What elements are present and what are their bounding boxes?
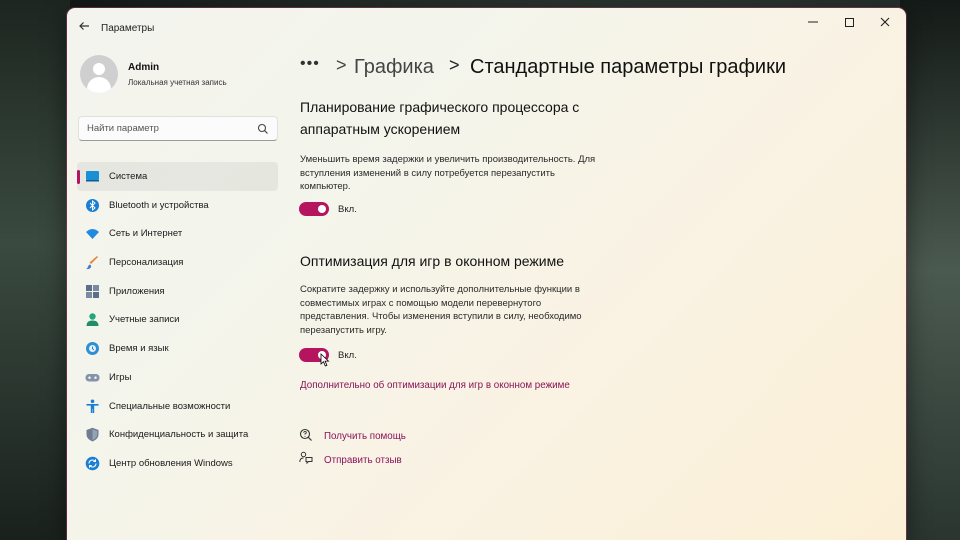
wifi-icon (86, 229, 99, 240)
hags-toggle-state: Вкл. (338, 204, 357, 215)
sidebar-item-label: Время и язык (109, 343, 169, 355)
hags-title-line2: аппаратным ускорением (300, 121, 461, 137)
send-feedback-link[interactable]: Отправить отзыв (324, 455, 402, 466)
avatar-body (87, 77, 111, 93)
desktop-background-right (900, 0, 960, 540)
sidebar-item-network[interactable]: Сеть и Интернет (77, 219, 278, 248)
sidebar-item-privacy[interactable]: Конфиденциальность и защита (77, 420, 278, 449)
sidebar-item-label: Специальные возможности (109, 400, 231, 412)
avatar-head (93, 63, 105, 75)
hags-title-line1: Планирование графического процессора с (300, 99, 580, 115)
back-button[interactable] (75, 18, 93, 36)
sidebar-item-label: Центр обновления Windows (109, 457, 233, 469)
sidebar-item-bluetooth[interactable]: Bluetooth и устройства (77, 191, 278, 220)
sidebar-item-personalization[interactable]: Персонализация (77, 248, 278, 277)
breadcrumb-more-button[interactable]: ••• (300, 55, 320, 73)
toggle-knob (318, 205, 326, 213)
search-placeholder: Найти параметр (87, 123, 159, 134)
sidebar-nav: Система Bluetooth и устройства Сеть и Ин… (77, 162, 278, 478)
sidebar-item-accessibility[interactable]: Специальные возможности (77, 392, 278, 421)
maximize-icon (844, 18, 854, 27)
sidebar-item-time-language[interactable]: Время и язык (77, 334, 278, 363)
apps-icon (86, 284, 99, 298)
breadcrumb-graphics-link[interactable]: Графика (354, 56, 434, 79)
chevron-right-icon: > (336, 55, 347, 75)
windowed-description-line2: совместимых играх с помощью модели перев… (300, 297, 542, 309)
windowed-description-line4: перезапустить игру. (300, 324, 387, 336)
close-button[interactable] (868, 12, 902, 34)
search-icon (257, 123, 268, 134)
hags-description-line2: вступления изменений в силу потребуется … (300, 167, 555, 179)
windowed-description-line1: Сократите задержку и используйте дополни… (300, 284, 580, 295)
get-help-link[interactable]: Получить помощь (324, 431, 406, 442)
sidebar-item-label: Конфиденциальность и защита (109, 429, 249, 441)
windowed-description-line3: представления. Чтобы изменения вступили … (300, 311, 582, 322)
maximize-button[interactable] (832, 12, 866, 34)
arrow-left-icon (79, 22, 89, 30)
feedback-icon (299, 451, 313, 465)
minimize-icon (808, 21, 818, 23)
title-bar: Параметры (67, 8, 906, 44)
user-name: Admin (128, 62, 160, 73)
sidebar-item-label: Игры (109, 371, 132, 383)
sidebar-item-label: Приложения (109, 285, 165, 297)
active-indicator (77, 170, 80, 184)
windowed-learn-more-link[interactable]: Дополнительно об оптимизации для игр в о… (300, 380, 570, 391)
sidebar-item-windows-update[interactable]: Центр обновления Windows (77, 449, 278, 478)
sidebar-item-accounts[interactable]: Учетные записи (77, 305, 278, 334)
time-language-icon (86, 342, 99, 356)
close-icon (880, 17, 890, 27)
windowed-games-title: Оптимизация для игр в оконном режиме (300, 253, 565, 269)
account-type: Локальная учетная запись (128, 78, 227, 87)
sidebar-item-label: Система (109, 171, 148, 182)
window-title: Параметры (101, 23, 155, 34)
help-icon (299, 428, 312, 441)
accessibility-icon (86, 399, 99, 413)
accounts-icon (86, 313, 99, 327)
update-icon (85, 456, 100, 471)
settings-window: Параметры Admin Локальная учетная запись… (67, 8, 906, 540)
gamepad-icon (85, 373, 100, 382)
hags-description-line1: Уменьшить время задержки и увеличить про… (300, 154, 596, 165)
desktop-background-left (0, 0, 70, 540)
chevron-right-icon: > (449, 55, 460, 75)
minimize-button[interactable] (796, 12, 830, 34)
windowed-toggle-state: Вкл. (338, 350, 357, 361)
page-title: Стандартные параметры графики (470, 56, 786, 78)
brush-icon (86, 256, 98, 270)
sidebar-item-label: Bluetooth и устройства (109, 199, 209, 211)
shield-icon (86, 427, 99, 442)
hags-description-line3: компьютер. (300, 181, 351, 192)
mouse-cursor-icon (320, 353, 330, 367)
avatar[interactable] (80, 55, 118, 93)
sidebar-item-apps[interactable]: Приложения (77, 277, 278, 306)
sidebar-item-label: Сеть и Интернет (109, 228, 183, 240)
sidebar-item-system[interactable]: Система (77, 162, 278, 191)
sidebar-item-gaming[interactable]: Игры (77, 363, 278, 392)
sidebar-item-label: Учетные записи (109, 314, 180, 326)
sidebar-item-label: Персонализация (109, 257, 184, 269)
bluetooth-icon (86, 198, 99, 212)
hags-toggle[interactable] (299, 202, 329, 216)
search-input[interactable]: Найти параметр (78, 116, 278, 141)
system-icon (86, 171, 99, 182)
